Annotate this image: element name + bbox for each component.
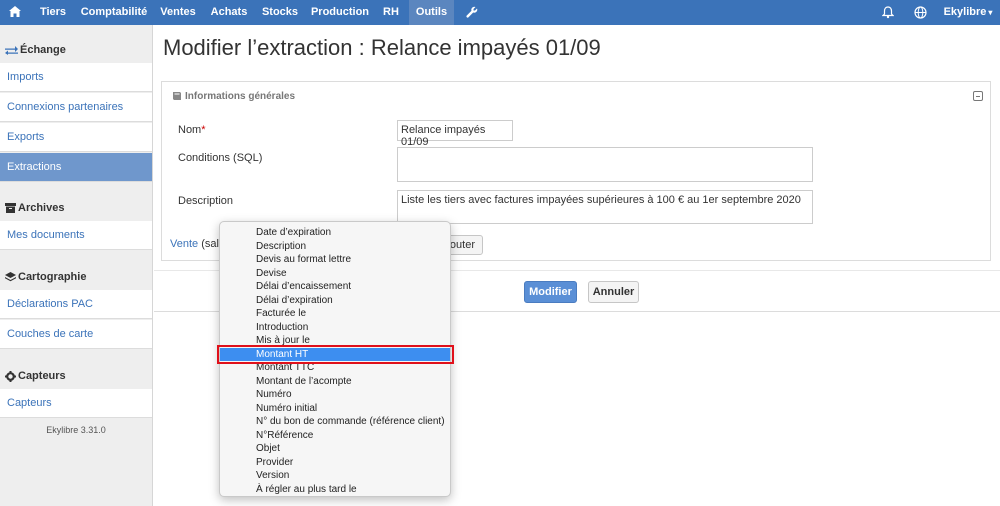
dropdown-option[interactable]: N°Référence [220, 429, 450, 443]
dropdown-option[interactable]: Délai d’expiration [220, 294, 450, 308]
dropdown-option[interactable]: Numéro initial [220, 402, 450, 416]
book-icon [172, 91, 185, 102]
section-title: Archives [18, 202, 65, 214]
top-navbar: Tiers Comptabilité Ventes Achats Stocks … [0, 0, 1000, 25]
gear-icon [5, 370, 18, 382]
nav-ventes[interactable]: Ventes [157, 0, 199, 25]
home-button[interactable] [0, 0, 30, 25]
dropdown-option[interactable]: Numéro [220, 388, 450, 402]
nav-production[interactable]: Production [308, 0, 372, 25]
conditions-field[interactable] [397, 147, 813, 182]
dropdown-option[interactable]: Objet [220, 442, 450, 456]
collapse-panel-button[interactable] [973, 91, 983, 101]
sidebar-item-capteurs[interactable]: Capteurs [0, 389, 152, 418]
model-link[interactable]: Vente [170, 238, 198, 250]
sidebar-section-cartographie: Cartographie [0, 266, 152, 288]
tools-button[interactable] [460, 0, 484, 25]
dropdown-option[interactable]: Devis au format lettre [220, 253, 450, 267]
nav-outils[interactable]: Outils [409, 0, 454, 25]
exchange-icon [5, 44, 20, 56]
home-icon [9, 6, 21, 17]
dropdown-option[interactable]: Devise [220, 267, 450, 281]
language-button[interactable] [909, 0, 931, 25]
nav-stocks[interactable]: Stocks [259, 0, 301, 25]
sidebar-item-connexions-partenaires[interactable]: Connexions partenaires [0, 93, 152, 122]
nav-rh[interactable]: RH [378, 0, 404, 25]
sidebar-item-imports[interactable]: Imports [0, 63, 152, 92]
archive-icon [5, 202, 18, 214]
globe-icon [913, 6, 927, 19]
conditions-label: Conditions (SQL) [178, 152, 263, 164]
section-title: Cartographie [18, 271, 87, 283]
bell-icon [882, 6, 894, 19]
sidebar-section-echange: Échange [0, 39, 152, 61]
modify-button[interactable]: Modifier [524, 281, 577, 303]
dropdown-option[interactable]: Délai d’encaissement [220, 280, 450, 294]
sidebar-item-mes-documents[interactable]: Mes documents [0, 221, 152, 250]
sidebar-section-capteurs: Capteurs [0, 365, 152, 387]
section-title: Échange [20, 44, 66, 56]
wrench-icon [466, 6, 478, 18]
panel-title: Informations générales [185, 91, 296, 102]
dropdown-option[interactable]: Provider [220, 456, 450, 470]
section-title: Capteurs [18, 370, 66, 382]
sidebar: Échange Imports Connexions partenaires E… [0, 25, 153, 506]
nav-tiers[interactable]: Tiers [34, 0, 72, 25]
sidebar-item-exports[interactable]: Exports [0, 123, 152, 152]
page-title: Modifier l’extraction : Relance impayés … [163, 35, 601, 60]
sidebar-section-archives: Archives [0, 197, 152, 219]
description-field[interactable]: Liste les tiers avec factures impayées s… [397, 190, 813, 224]
app-version: Ekylibre 3.31.0 [46, 425, 106, 435]
map-icon [5, 271, 18, 283]
nav-achats[interactable]: Achats [208, 0, 250, 25]
dropdown-option[interactable]: N° du bon de commande (référence client) [220, 415, 450, 429]
panel-header: Informations générales [172, 91, 295, 102]
sidebar-item-declarations-pac[interactable]: Déclarations PAC [0, 290, 152, 319]
user-menu-label: Ekylibre [943, 6, 987, 18]
add-button-label: outer [449, 239, 475, 251]
nav-comptabilite[interactable]: Comptabilité [80, 0, 148, 25]
dropdown-option[interactable]: Date d’expiration [220, 226, 450, 240]
name-label: Nom* [178, 124, 206, 136]
name-field[interactable]: Relance impayés 01/09 [397, 120, 513, 148]
dropdown-option[interactable]: Facturée le [220, 307, 450, 321]
dropdown-option[interactable]: À régler au plus tard le [220, 483, 450, 497]
sidebar-item-extractions[interactable]: Extractions [0, 153, 152, 182]
caret-down-icon: ▾ [988, 8, 993, 17]
dropdown-option[interactable]: Introduction [220, 321, 450, 335]
dropdown-option[interactable]: Description [220, 240, 450, 254]
dropdown-option[interactable]: Version [220, 469, 450, 483]
notifications-button[interactable] [877, 0, 899, 25]
sidebar-item-couches-de-carte[interactable]: Couches de carte [0, 320, 152, 349]
description-label: Description [178, 195, 234, 207]
dropdown-option[interactable]: Montant de l’acompte [220, 375, 450, 389]
user-menu[interactable]: Ekylibre ▾ [940, 0, 996, 25]
cancel-button[interactable]: Annuler [588, 281, 639, 303]
selection-highlight-box [217, 345, 454, 364]
name-label-text: Nom [178, 124, 202, 136]
required-mark: * [201, 124, 206, 136]
